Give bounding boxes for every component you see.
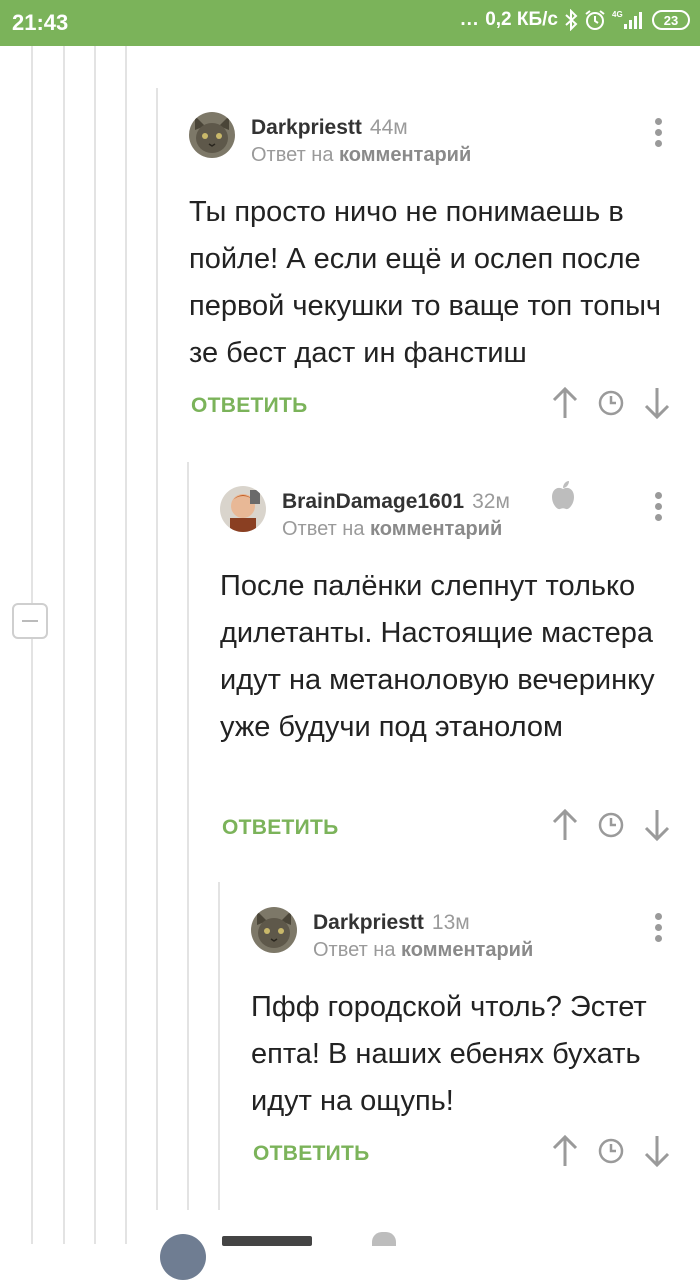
downvote-icon[interactable] xyxy=(643,808,671,842)
reply-to-line: Ответ на комментарий xyxy=(313,939,533,962)
network-speed: 0,2 КБ/с xyxy=(485,9,558,30)
bluetooth-icon xyxy=(564,9,578,31)
upvote-icon[interactable] xyxy=(551,386,579,420)
comment-time: 13м xyxy=(431,911,470,934)
author-name[interactable]: Darkpriestt xyxy=(251,116,362,139)
thread-line xyxy=(125,46,127,1244)
comment-actions xyxy=(551,386,671,420)
status-indicators: ... 0,2 КБ/с 4G 23 xyxy=(460,9,690,31)
comment-author[interactable]: Darkpriestt 44м xyxy=(251,116,408,140)
more-options-icon[interactable] xyxy=(655,913,663,943)
thread-line xyxy=(94,46,96,1244)
downvote-icon[interactable] xyxy=(643,386,671,420)
reply-target-link[interactable]: комментарий xyxy=(401,939,533,961)
comment-author[interactable]: Darkpriestt 13м xyxy=(313,911,470,935)
downvote-icon[interactable] xyxy=(643,1134,671,1168)
comment: BrainDamage1601 32м Ответ на комментарий … xyxy=(220,481,690,846)
next-comment-avatar[interactable] xyxy=(160,1234,206,1280)
upvote-icon[interactable] xyxy=(551,808,579,842)
comment: Darkpriestt 44м Ответ на комментарий Ты п… xyxy=(189,112,689,432)
status-dots: ... xyxy=(460,9,480,30)
reply-to-line: Ответ на комментарий xyxy=(282,518,502,541)
upvote-icon[interactable] xyxy=(551,1134,579,1168)
comment-time: 44м xyxy=(369,116,408,139)
reply-button[interactable]: ОТВЕТИТЬ xyxy=(191,394,308,418)
comment-actions xyxy=(551,1134,671,1168)
comment-author[interactable]: BrainDamage1601 32м xyxy=(282,490,510,514)
avatar[interactable] xyxy=(251,907,297,953)
avatar[interactable] xyxy=(220,486,266,532)
comment: Darkpriestt 13м Ответ на комментарий Пфф … xyxy=(251,907,691,1177)
collapse-thread-button[interactable] xyxy=(12,603,48,639)
alarm-icon xyxy=(584,9,606,31)
next-comment-author[interactable] xyxy=(222,1236,312,1246)
more-options-icon[interactable] xyxy=(655,118,663,148)
clock-icon[interactable] xyxy=(597,1137,625,1165)
more-options-icon[interactable] xyxy=(655,492,663,522)
avatar[interactable] xyxy=(189,112,235,158)
signal-icon: 4G xyxy=(612,9,646,31)
reply-button[interactable]: ОТВЕТИТЬ xyxy=(253,1142,370,1166)
comment-text: Пфф городской чтоль? Эстет епта! В наших… xyxy=(251,991,647,1117)
clock-icon[interactable] xyxy=(597,811,625,839)
battery-level: 23 xyxy=(663,12,679,28)
reply-target-link[interactable]: комментарий xyxy=(339,144,471,166)
thread-line xyxy=(31,46,33,1244)
status-time: 21:43 xyxy=(12,10,69,35)
comment-actions xyxy=(551,808,671,842)
thread-line xyxy=(63,46,65,1244)
author-name[interactable]: BrainDamage1601 xyxy=(282,490,464,513)
thread-line xyxy=(218,882,220,1210)
battery-icon: 23 xyxy=(652,10,690,30)
apple-icon xyxy=(550,480,576,515)
reply-prefix: Ответ на xyxy=(313,939,396,961)
reply-target-link[interactable]: комментарий xyxy=(370,518,502,540)
clock-icon[interactable] xyxy=(597,389,625,417)
reply-button[interactable]: ОТВЕТИТЬ xyxy=(222,816,339,840)
status-bar: 21:43 ... 0,2 КБ/с 4G 23 xyxy=(0,0,700,46)
reply-to-line: Ответ на комментарий xyxy=(251,144,471,167)
signal-label: 4G xyxy=(612,10,623,19)
comment-text: Ты просто ничо не понимаешь в пойле! А е… xyxy=(189,196,662,369)
thread-line xyxy=(187,462,189,1210)
comment-text: После палёнки слепнут только дилетанты. … xyxy=(220,570,655,743)
comment-time: 32м xyxy=(472,490,510,513)
reply-prefix: Ответ на xyxy=(251,144,334,166)
author-name[interactable]: Darkpriestt xyxy=(313,911,424,934)
reply-prefix: Ответ на xyxy=(282,518,365,540)
thread-line xyxy=(156,88,158,1210)
